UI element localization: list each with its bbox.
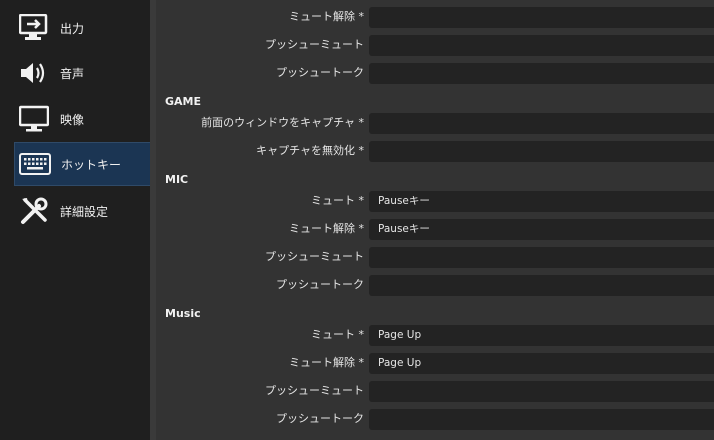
hotkey-label: プッシューミュート xyxy=(265,38,364,51)
hotkey-label: ミュート解除 * xyxy=(289,356,364,369)
sidebar-item-label: 詳細設定 xyxy=(60,204,109,219)
hotkey-input[interactable] xyxy=(369,409,714,430)
hotkey-label: ミュート * xyxy=(311,194,364,207)
hotkey-label: 前面のウィンドウをキャプチャ * xyxy=(201,116,364,129)
hotkey-label: プッシュートーク xyxy=(276,278,364,291)
hotkey-label: キャプチャを無効化 * xyxy=(256,144,364,157)
sidebar-item-video[interactable]: 映像 xyxy=(14,97,154,141)
output-icon xyxy=(18,12,50,44)
settings-window: 出力 音声 映像 ホットキー 詳細設定 ミュート解除 * プッシューミュート プ… xyxy=(0,0,714,440)
hotkey-input[interactable] xyxy=(369,113,714,134)
settings-sidebar: 出力 音声 映像 ホットキー 詳細設定 xyxy=(5,0,154,440)
group-header-music: Music xyxy=(165,307,201,320)
hotkey-input[interactable] xyxy=(369,7,714,28)
hotkey-label: プッシュートーク xyxy=(276,412,364,425)
hotkey-label: プッシュートーク xyxy=(276,66,364,79)
monitor-icon xyxy=(18,103,50,135)
sidebar-item-output[interactable]: 出力 xyxy=(14,6,154,50)
wrench-screwdriver-icon xyxy=(18,195,50,227)
hotkey-label: プッシューミュート xyxy=(265,250,364,263)
sidebar-item-advanced[interactable]: 詳細設定 xyxy=(14,189,154,233)
group-header-game: GAME xyxy=(165,95,202,108)
sidebar-item-label: ホットキー xyxy=(61,157,122,172)
hotkey-input[interactable] xyxy=(369,325,714,346)
hotkey-input[interactable] xyxy=(369,141,714,162)
hotkey-input[interactable] xyxy=(369,381,714,402)
hotkey-label: ミュート解除 * xyxy=(289,10,364,23)
hotkey-input[interactable] xyxy=(369,247,714,268)
hotkey-label: ミュート * xyxy=(311,328,364,341)
sidebar-item-label: 映像 xyxy=(60,112,85,127)
hotkey-input[interactable] xyxy=(369,191,714,212)
group-header-mic: MIC xyxy=(165,173,189,186)
hotkey-input[interactable] xyxy=(369,353,714,374)
hotkey-input[interactable] xyxy=(369,219,714,240)
sidebar-item-label: 音声 xyxy=(60,66,85,81)
sidebar-item-hotkeys[interactable]: ホットキー xyxy=(14,142,154,186)
hotkey-label: プッシューミュート xyxy=(265,384,364,397)
hotkey-label: ミュート解除 * xyxy=(289,222,364,235)
speaker-icon xyxy=(18,57,50,89)
hotkey-input[interactable] xyxy=(369,275,714,296)
hotkeys-panel: ミュート解除 * プッシューミュート プッシュートーク GAME 前面のウィンド… xyxy=(156,0,714,440)
sidebar-item-audio[interactable]: 音声 xyxy=(14,51,154,95)
keyboard-icon xyxy=(19,148,51,180)
hotkey-input[interactable] xyxy=(369,35,714,56)
hotkey-input[interactable] xyxy=(369,63,714,84)
sidebar-item-label: 出力 xyxy=(60,21,85,36)
